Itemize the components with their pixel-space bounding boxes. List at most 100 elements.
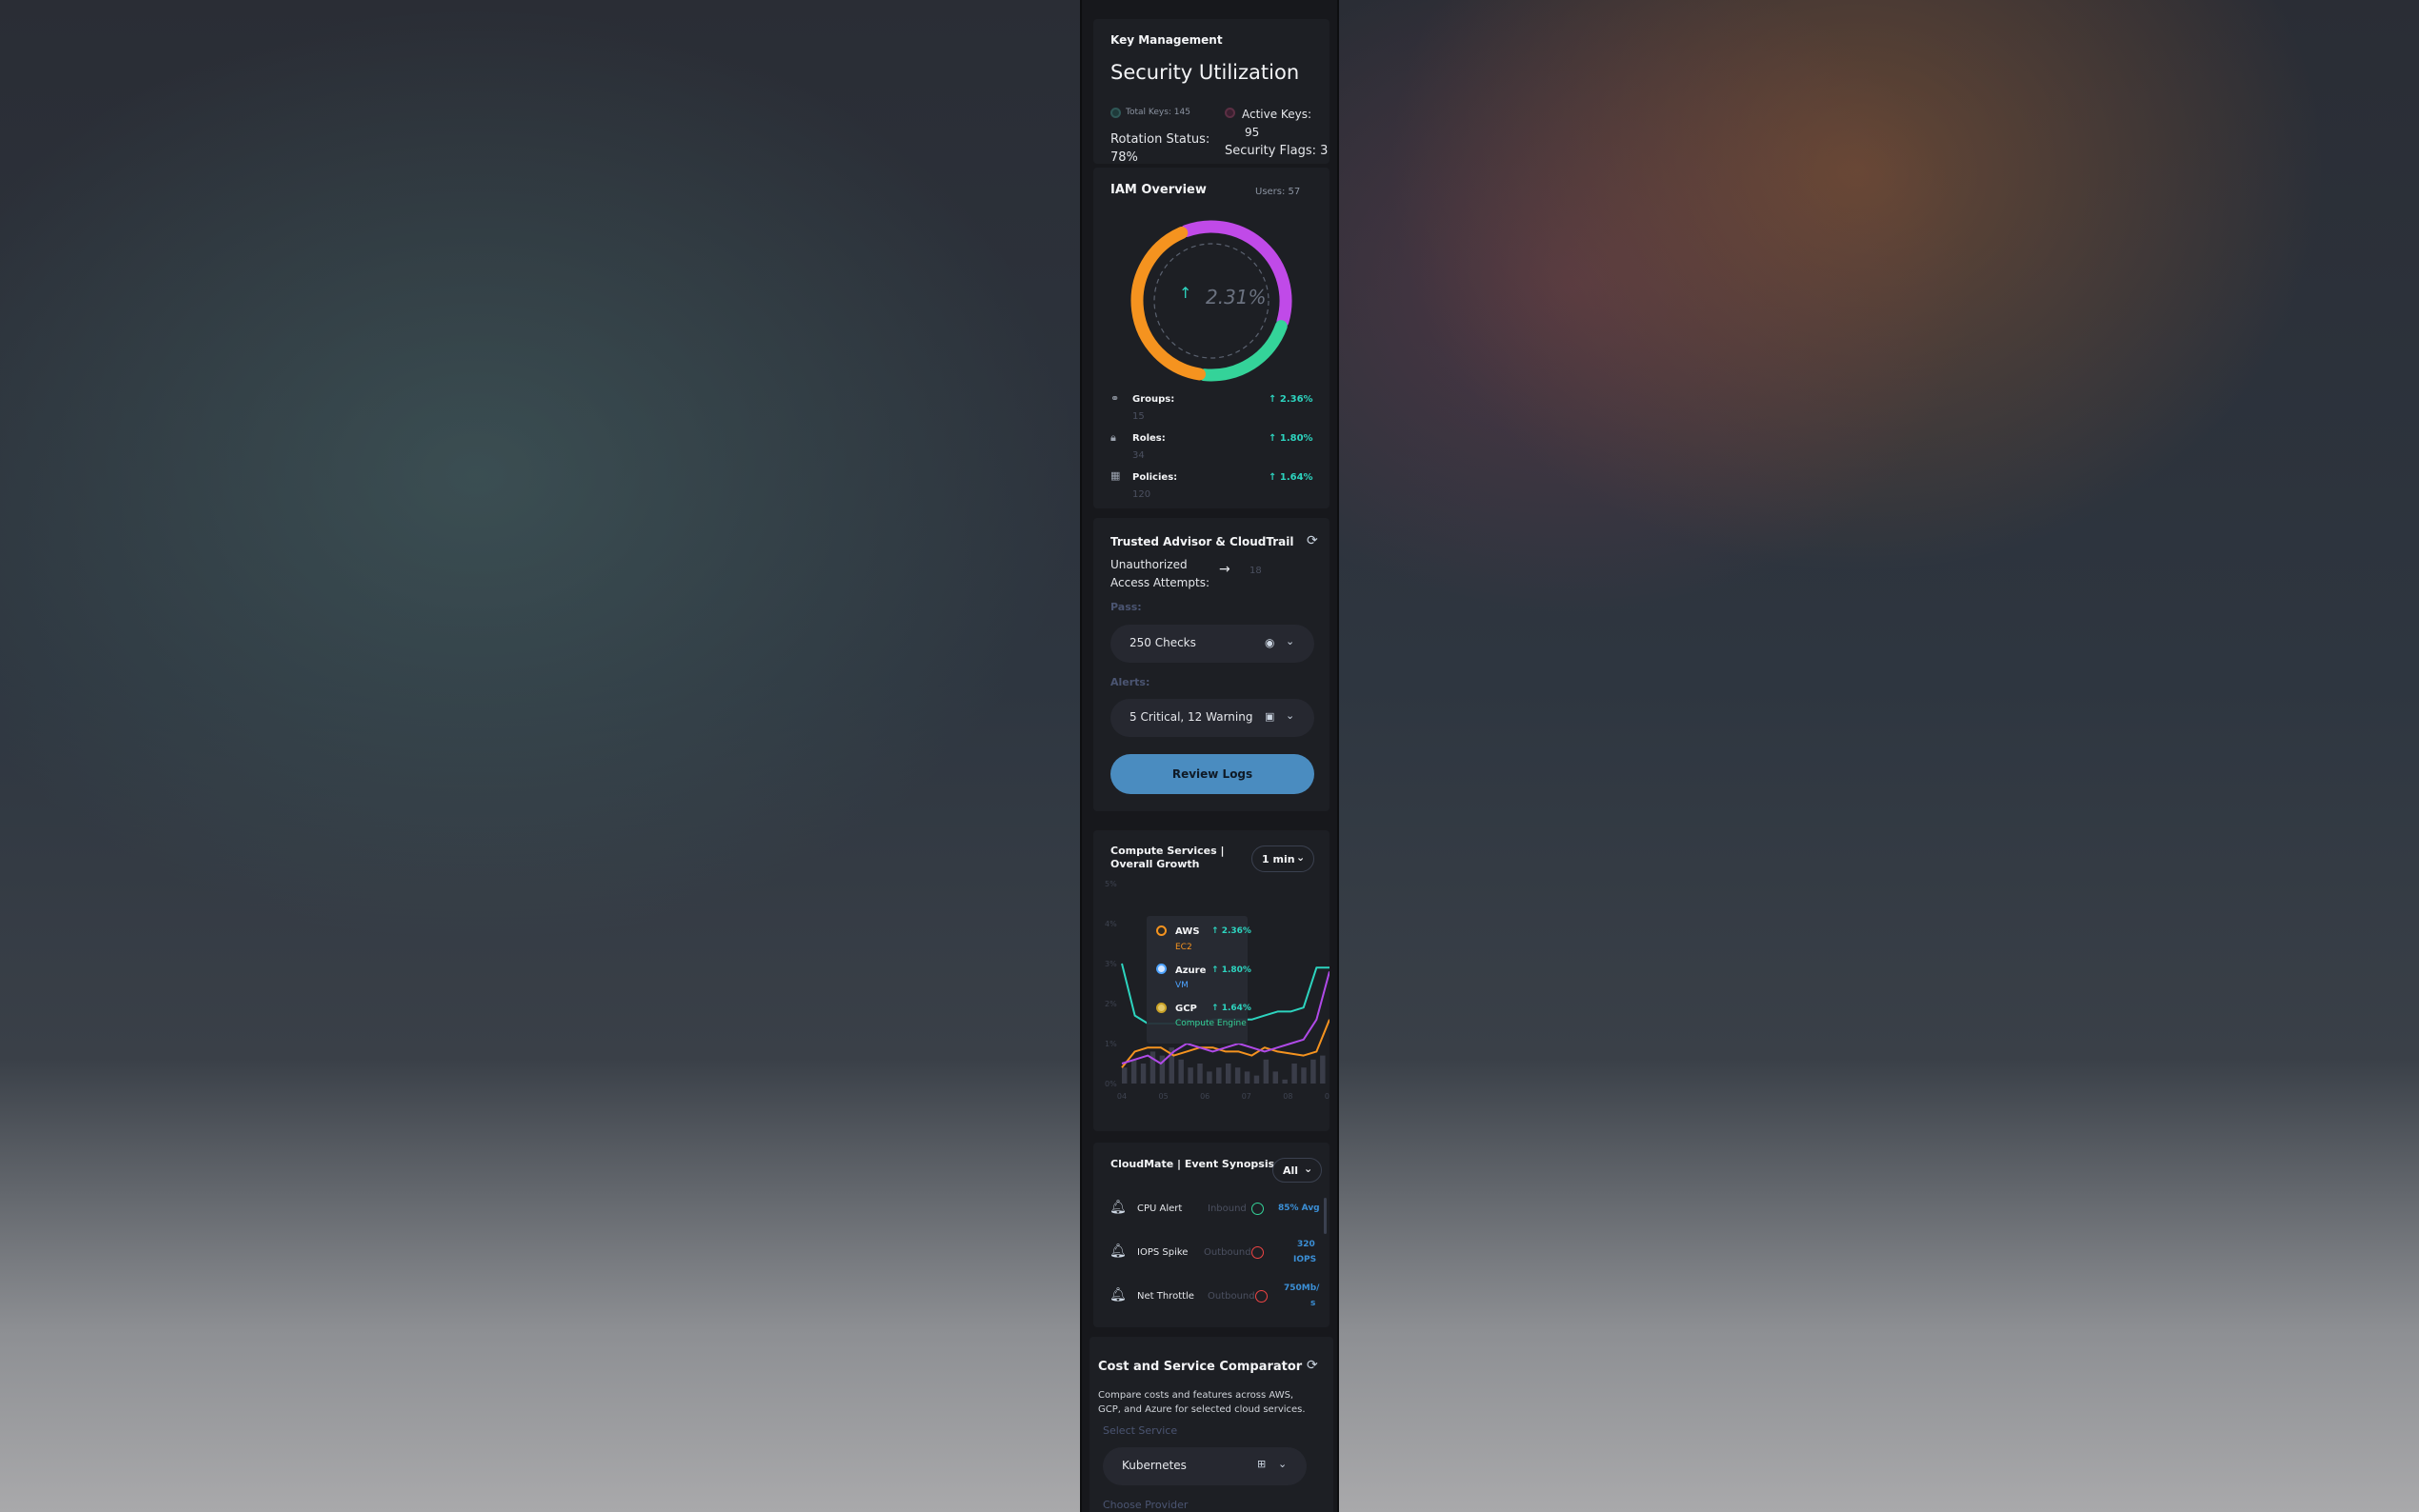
chevron-down-icon: ⌄ (1286, 709, 1295, 722)
trusted-advisor-title: Trusted Advisor & CloudTrail (1110, 535, 1294, 548)
active-keys-label: Active Keys: (1242, 108, 1311, 121)
unauthorized-label-line2: Access Attempts: (1110, 576, 1210, 589)
x-tick-label: 09 (1325, 1092, 1329, 1101)
volume-bar (1130, 1059, 1137, 1084)
page-title: Security Utilization (1110, 61, 1300, 84)
tooltip-provider-name: GCP (1175, 1004, 1197, 1014)
eye-icon: ◉ (1265, 636, 1275, 649)
iam-overview-card: IAM Overview Users: 57 ↑ 2.31% ⚭ Groups:… (1093, 168, 1329, 508)
service-select[interactable]: Kubernetes ⊞ ⌄ (1103, 1447, 1307, 1485)
iam-title: IAM Overview (1110, 183, 1207, 197)
volume-bar (1301, 1067, 1307, 1084)
azure-provider-icon (1156, 964, 1167, 974)
iam-item-change-value: 1.64% (1279, 472, 1313, 483)
event-direction: Inbound (1208, 1204, 1247, 1214)
tooltip-change-value: 1.64% (1221, 1004, 1251, 1013)
volume-bar (1216, 1067, 1222, 1084)
cost-description-line1: Compare costs and features across AWS, (1098, 1390, 1294, 1401)
pass-label: Pass: (1110, 601, 1142, 613)
volume-bar (1122, 1067, 1128, 1084)
unauthorized-value: 18 (1249, 566, 1262, 576)
volume-bar (1282, 1079, 1288, 1084)
chevron-down-icon: ⌄ (1304, 1163, 1313, 1175)
cost-description-line2: GCP, and Azure for selected cloud servic… (1098, 1404, 1306, 1415)
interval-dropdown[interactable]: 1 min ⌄ (1251, 846, 1314, 872)
active-keys-value: 95 (1245, 126, 1260, 139)
y-tick-label: 5% (1105, 880, 1117, 888)
status-indicator-icon (1251, 1246, 1264, 1259)
chevron-down-icon: ⌄ (1278, 1458, 1288, 1470)
key-management-card: Key Management Security Utilization Tota… (1093, 19, 1329, 165)
tooltip-service-name: Compute Engine (1175, 1019, 1247, 1028)
tooltip-provider-name: AWS (1175, 926, 1200, 937)
compute-title-line2: Overall Growth (1110, 858, 1200, 870)
iam-item-value: 15 (1132, 411, 1145, 422)
total-keys-dot-icon (1110, 108, 1121, 118)
cloudmate-title: CloudMate | Event Synopsis (1110, 1158, 1275, 1170)
volume-bar (1178, 1059, 1184, 1084)
volume-bar (1234, 1067, 1241, 1084)
chevron-down-icon: ⌄ (1286, 635, 1295, 647)
event-direction: Outbound (1208, 1291, 1255, 1302)
iam-item-change: ↑ 1.80% (1269, 433, 1313, 444)
iam-item-change: ↑ 2.36% (1269, 394, 1313, 405)
interval-value: 1 min (1262, 853, 1295, 865)
users-icon: ⚭ (1110, 392, 1120, 405)
alerts-select-value: 5 Critical, 12 Warning (1130, 710, 1253, 724)
volume-bar (1320, 1055, 1326, 1084)
event-value: 320 (1297, 1240, 1315, 1249)
aws-provider-icon (1156, 925, 1167, 936)
rotation-status-label: Rotation Status: (1110, 132, 1210, 147)
event-name: IOPS Spike (1137, 1247, 1189, 1258)
tooltip-change: ↑ 2.36% (1211, 926, 1251, 936)
event-value-unit: IOPS (1293, 1255, 1317, 1264)
refresh-icon[interactable]: ⟳ (1307, 533, 1318, 548)
y-tick-label: 1% (1105, 1040, 1117, 1048)
donut-center-value: 2.31% (1206, 286, 1267, 308)
volume-bar (1188, 1067, 1193, 1084)
bell-icon: 🔔︎ (1110, 1287, 1127, 1303)
volume-bar (1140, 1064, 1147, 1084)
total-keys-label: Total Keys: 145 (1126, 108, 1190, 117)
bell-icon: 🔔︎ (1110, 1200, 1127, 1215)
iam-item-change-value: 1.80% (1279, 433, 1313, 444)
donut-segment-policies (1130, 227, 1207, 381)
x-tick-label: 07 (1242, 1092, 1251, 1101)
iam-item-value: 34 (1132, 450, 1145, 461)
status-indicator-icon (1255, 1290, 1268, 1303)
alerts-select[interactable]: 5 Critical, 12 Warning ▣ ⌄ (1110, 699, 1314, 737)
mobile-frame: Key Management Security Utilization Tota… (1080, 0, 1339, 1512)
y-tick-label: 2% (1105, 1000, 1117, 1008)
donut-up-arrow-icon: ↑ (1179, 284, 1192, 302)
refresh-icon[interactable]: ⟳ (1307, 1358, 1318, 1373)
volume-bar (1253, 1075, 1260, 1084)
event-value: 750Mb/ (1284, 1283, 1320, 1293)
service-select-value: Kubernetes (1122, 1459, 1187, 1472)
x-tick-label: 06 (1200, 1092, 1210, 1101)
volume-bar (1272, 1071, 1278, 1084)
volume-bar (1310, 1059, 1316, 1084)
event-name: Net Throttle (1137, 1291, 1194, 1302)
arrow-right-icon: → (1219, 562, 1230, 577)
scrollbar[interactable] (1324, 1198, 1327, 1234)
compute-services-card: Compute Services | Overall Growth 1 min … (1093, 830, 1329, 1131)
iam-item-label: Policies: (1132, 472, 1178, 483)
y-tick-label: 0% (1105, 1080, 1117, 1088)
security-flags: Security Flags: 3 (1225, 144, 1329, 158)
event-name: CPU Alert (1137, 1204, 1183, 1214)
pass-select[interactable]: 250 Checks ◉ ⌄ (1110, 625, 1314, 663)
event-value: 85% Avg (1278, 1204, 1320, 1213)
grid-icon: ⊞ (1257, 1458, 1267, 1470)
iam-item-label: Groups: (1132, 394, 1175, 405)
tooltip-change-value: 2.36% (1221, 926, 1251, 936)
x-tick-label: 08 (1283, 1092, 1292, 1101)
volume-bar (1244, 1071, 1250, 1084)
bell-icon: 🔔︎ (1110, 1243, 1127, 1259)
key-management-heading: Key Management (1110, 33, 1223, 47)
review-logs-button[interactable]: Review Logs (1110, 754, 1314, 794)
volume-bar (1197, 1064, 1203, 1084)
compute-title-line1: Compute Services | (1110, 845, 1225, 857)
iam-item-value: 120 (1132, 489, 1151, 500)
alerts-label: Alerts: (1110, 676, 1150, 688)
event-filter-dropdown[interactable]: All ⌄ (1272, 1158, 1322, 1183)
